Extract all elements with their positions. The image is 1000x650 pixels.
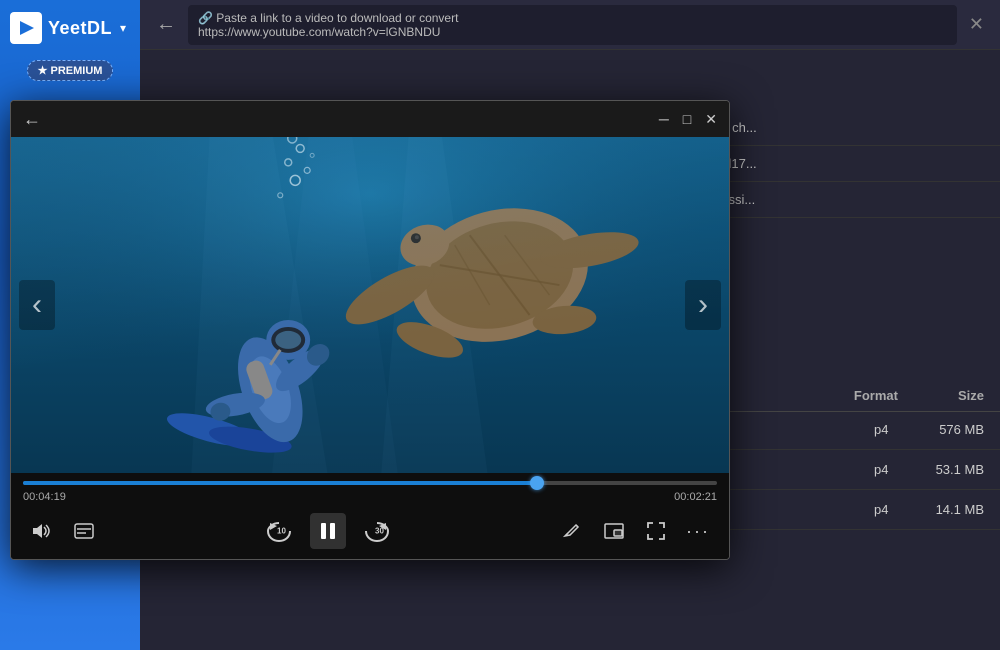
time-display: 00:04:19 00:02:21 bbox=[11, 489, 729, 507]
volume-button[interactable] bbox=[27, 516, 57, 546]
progress-area[interactable] bbox=[11, 473, 729, 489]
table-col-size: Size bbox=[958, 388, 984, 403]
top-bar: ← 🔗 Paste a link to a video to download … bbox=[140, 0, 1000, 50]
controls-row: 10 30 bbox=[11, 507, 729, 559]
skip-back-button[interactable]: 10 bbox=[260, 516, 298, 546]
fullscreen-button[interactable] bbox=[641, 516, 671, 546]
player-window: ← ─ □ ✕ bbox=[10, 100, 730, 560]
logo-caret[interactable]: ▾ bbox=[120, 21, 126, 35]
more-button[interactable]: ··· bbox=[683, 516, 713, 546]
player-nav-left[interactable]: ‹ bbox=[19, 280, 55, 330]
pip-button[interactable] bbox=[599, 516, 629, 546]
url-bar: 🔗 Paste a link to a video to download or… bbox=[188, 5, 957, 45]
player-close-button[interactable]: ✕ bbox=[705, 112, 717, 126]
player-maximize-button[interactable]: □ bbox=[683, 112, 691, 126]
progress-track[interactable] bbox=[23, 481, 717, 485]
annotate-button[interactable] bbox=[557, 516, 587, 546]
row-format: p4 bbox=[874, 502, 904, 517]
subtitles-button[interactable] bbox=[69, 516, 99, 546]
video-scene: ‹ › bbox=[11, 137, 729, 473]
skip-fwd-button[interactable]: 30 bbox=[358, 516, 396, 546]
url-prefix: 🔗 Paste a link to a video to download or… bbox=[198, 11, 458, 25]
premium-label: ★ PREMIUM bbox=[38, 64, 103, 77]
time-remaining: 00:02:21 bbox=[674, 491, 717, 503]
progress-fill bbox=[23, 481, 537, 485]
row-size: 576 MB bbox=[924, 422, 984, 437]
progress-thumb[interactable] bbox=[530, 476, 544, 490]
player-titlebar: ← ─ □ ✕ bbox=[11, 101, 729, 137]
url-value: https://www.youtube.com/watch?v=lGNBNDU bbox=[198, 25, 440, 39]
close-main-button[interactable]: ✕ bbox=[969, 14, 984, 35]
logo-area: YeetDL ▾ bbox=[0, 12, 140, 44]
time-elapsed: 00:04:19 bbox=[23, 491, 66, 503]
row-size: 14.1 MB bbox=[924, 502, 984, 517]
play-pause-button[interactable] bbox=[310, 513, 346, 549]
row-format: p4 bbox=[874, 422, 904, 437]
light-rays bbox=[11, 137, 729, 473]
logo-icon bbox=[10, 12, 42, 44]
app-window: YeetDL ▾ ★ PREMIUM ⬇ Download 🔍 Search ⚙… bbox=[0, 0, 1000, 650]
player-minimize-button[interactable]: ─ bbox=[659, 112, 669, 126]
player-window-controls: ─ □ ✕ bbox=[659, 112, 717, 126]
logo-text: YeetDL bbox=[48, 18, 112, 39]
row-format: p4 bbox=[874, 462, 904, 477]
video-area: ‹ › bbox=[11, 137, 729, 473]
player-back-button[interactable]: ← bbox=[23, 109, 41, 130]
back-button[interactable]: ← bbox=[156, 13, 176, 36]
row-size: 53.1 MB bbox=[924, 462, 984, 477]
player-nav-right[interactable]: › bbox=[685, 280, 721, 330]
player-controls-bar: 00:04:19 00:02:21 bbox=[11, 473, 729, 559]
premium-badge[interactable]: ★ PREMIUM bbox=[27, 60, 114, 81]
table-col-format: Format bbox=[854, 388, 898, 403]
